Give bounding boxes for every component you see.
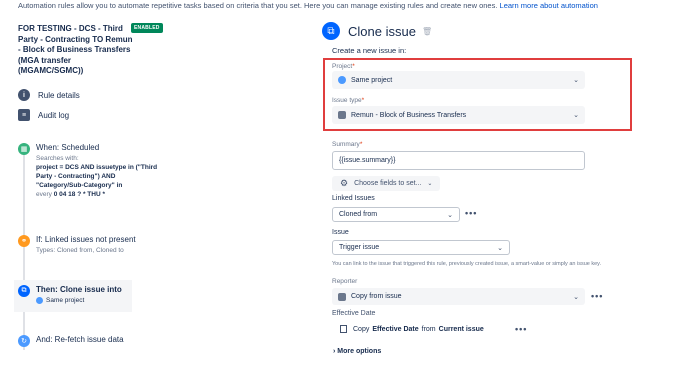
summary-label-text: Summary bbox=[332, 141, 360, 148]
panel-title: Clone issue bbox=[348, 23, 416, 39]
summary-label: Summary* bbox=[332, 141, 362, 148]
clone-issue-icon: ⧉ bbox=[322, 22, 340, 40]
status-badge: ENABLED bbox=[131, 23, 163, 33]
copy-word: Copy bbox=[353, 325, 370, 333]
list-icon: ≡ bbox=[18, 109, 30, 121]
effective-copy-row[interactable]: Copy Effective Date from Current issue bbox=[340, 325, 487, 333]
intro-description: Automation rules allow you to automate r… bbox=[18, 1, 500, 10]
more-options-toggle[interactable]: › More options bbox=[333, 348, 381, 355]
linked-select[interactable]: Cloned from ⌄ bbox=[332, 207, 460, 222]
copy-icon bbox=[338, 292, 346, 301]
issue-label: Issue bbox=[332, 229, 349, 236]
step-and-title: And: Re-fetch issue data bbox=[36, 335, 124, 344]
rule-title: FOR TESTING - DCS - Third Party - Contra… bbox=[18, 24, 133, 75]
gear-icon: ⚙ bbox=[340, 178, 349, 188]
refresh-icon: ↻ bbox=[18, 335, 30, 347]
learn-more-link[interactable]: Learn more about automation bbox=[500, 1, 598, 10]
chevron-right-icon: › bbox=[333, 348, 336, 355]
choose-fields-label: Choose fields to set... bbox=[354, 180, 422, 187]
linked-more-button[interactable]: ••• bbox=[465, 208, 477, 218]
step-if-sub: Types: Cloned from, Cloned to bbox=[36, 247, 124, 254]
nav-audit-log-label: Audit log bbox=[38, 110, 70, 120]
reporter-value: Copy from issue bbox=[351, 293, 402, 300]
reporter-label: Reporter bbox=[332, 278, 358, 285]
issue-hint: You can link to the issue that triggered… bbox=[332, 261, 602, 267]
create-text: Create a new issue in: bbox=[332, 46, 407, 55]
panel-header: ⧉ Clone issue 🗑 bbox=[322, 22, 432, 40]
copy-from: from bbox=[421, 325, 436, 333]
copy-field: Effective Date bbox=[372, 325, 419, 333]
step-when-cron: 0 04 18 ? * THU * bbox=[53, 191, 106, 198]
chevron-down-icon: ⌄ bbox=[573, 293, 579, 301]
linked-label: Linked Issues bbox=[332, 195, 375, 202]
issue-value: Trigger issue bbox=[339, 244, 380, 251]
step-when-searches: Searches with: bbox=[36, 155, 79, 162]
summary-input[interactable]: {{issue.summary}} bbox=[332, 151, 585, 170]
chevron-down-icon: ⌄ bbox=[427, 181, 433, 187]
link-icon: ⚭ bbox=[18, 235, 30, 247]
globe-icon bbox=[36, 297, 43, 304]
copy-icon bbox=[340, 325, 347, 333]
intro-text: Automation rules allow you to automate r… bbox=[18, 1, 598, 10]
step-when-every: every 0 04 18 ? * THU * bbox=[36, 190, 164, 199]
summary-value: {{issue.summary}} bbox=[339, 157, 396, 164]
copy-source: Current issue bbox=[438, 325, 484, 333]
step-then-title: Then: Clone issue into bbox=[36, 285, 122, 294]
step-and-refetch[interactable]: ↻ And: Re-fetch issue data bbox=[18, 335, 124, 347]
chevron-down-icon: ⌄ bbox=[497, 244, 503, 252]
step-if-title: If: Linked issues not present bbox=[36, 235, 136, 244]
step-when-scheduled[interactable]: ▦ When: Scheduled Searches with: project… bbox=[18, 143, 164, 199]
step-then-clone[interactable]: ⧉ Then: Clone issue into Same project bbox=[18, 285, 122, 305]
step-when-title: When: Scheduled bbox=[36, 143, 100, 152]
step-then-sub: Same project bbox=[36, 296, 122, 305]
required-mark: * bbox=[359, 141, 363, 148]
issue-select[interactable]: Trigger issue ⌄ bbox=[332, 240, 510, 255]
step-if-linked[interactable]: ⚭ If: Linked issues not present Types: C… bbox=[18, 235, 136, 255]
calendar-icon: ▦ bbox=[18, 143, 30, 155]
step-when-jql: project = DCS AND issuetype in ("Third P… bbox=[36, 163, 164, 190]
more-options-label: More options bbox=[337, 348, 382, 355]
nav-rule-details-label: Rule details bbox=[38, 90, 80, 100]
effective-label: Effective Date bbox=[332, 310, 376, 317]
info-icon: i bbox=[18, 89, 30, 101]
red-highlight-box bbox=[323, 58, 632, 131]
step-then-sub-text: Same project bbox=[46, 297, 85, 304]
choose-fields-button[interactable]: ⚙ Choose fields to set... ⌄ bbox=[332, 176, 441, 191]
reporter-more-button[interactable]: ••• bbox=[591, 291, 603, 301]
effective-more-button[interactable]: ••• bbox=[515, 324, 527, 334]
step-when-jql-text: project = DCS AND issuetype in ("Third P… bbox=[36, 164, 158, 189]
step-when-every-prefix: every bbox=[36, 191, 54, 198]
nav-audit-log[interactable]: ≡ Audit log bbox=[18, 109, 69, 121]
chevron-down-icon: ⌄ bbox=[447, 211, 453, 219]
reporter-select[interactable]: Copy from issue ⌄ bbox=[332, 288, 585, 305]
nav-rule-details[interactable]: i Rule details bbox=[18, 89, 80, 101]
trash-icon[interactable]: 🗑 bbox=[422, 27, 432, 36]
linked-value: Cloned from bbox=[339, 211, 378, 218]
clone-icon: ⧉ bbox=[18, 285, 30, 297]
